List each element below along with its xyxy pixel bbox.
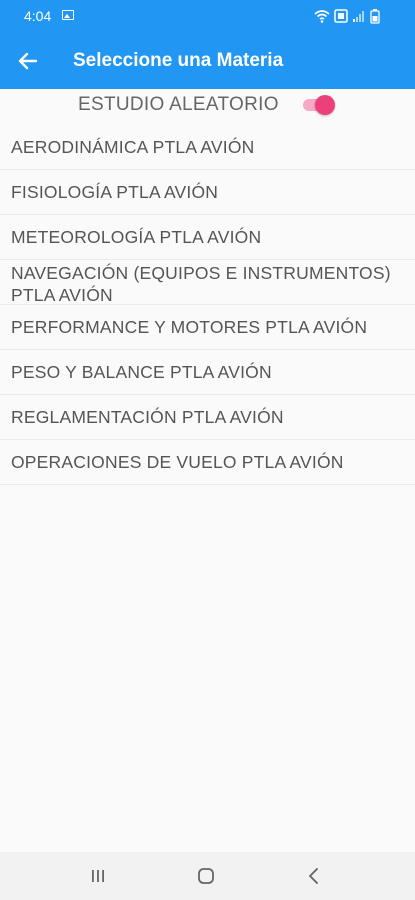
- status-icons: [313, 8, 393, 24]
- random-study-toggle[interactable]: [303, 95, 337, 115]
- subject-list: AERODINÁMICA PTLA AVIÓN FISIOLOGÍA PTLA …: [0, 125, 415, 485]
- arrow-left-icon[interactable]: [16, 49, 40, 73]
- subject-label: METEOROLOGÍA PTLA AVIÓN: [11, 227, 262, 247]
- subject-label: AERODINÁMICA PTLA AVIÓN: [11, 137, 255, 157]
- app-bar: Seleccione una Materia: [0, 33, 415, 89]
- system-nav-bar: [0, 852, 415, 900]
- recents-icon[interactable]: [86, 864, 110, 888]
- subject-item-peso-balance[interactable]: PESO Y BALANCE PTLA AVIÓN: [0, 350, 415, 395]
- subject-label: REGLAMENTACIÓN PTLA AVIÓN: [11, 407, 284, 427]
- subject-item-reglamentacion[interactable]: REGLAMENTACIÓN PTLA AVIÓN: [0, 395, 415, 440]
- subject-item-fisiologia[interactable]: FISIOLOGÍA PTLA AVIÓN: [0, 170, 415, 215]
- subject-label: PESO Y BALANCE PTLA AVIÓN: [11, 362, 272, 382]
- subject-item-operaciones[interactable]: OPERACIONES DE VUELO PTLA AVIÓN: [0, 440, 415, 485]
- subject-label: PERFORMANCE Y MOTORES PTLA AVIÓN: [11, 317, 368, 337]
- subject-item-performance[interactable]: PERFORMANCE Y MOTORES PTLA AVIÓN: [0, 305, 415, 350]
- subject-item-navegacion[interactable]: NAVEGACIÓN (EQUIPOS E INSTRUMENTOS) PTLA…: [0, 260, 415, 305]
- status-time: 4:04: [24, 8, 52, 24]
- back-icon[interactable]: [302, 864, 326, 888]
- battery-icon: [370, 9, 380, 24]
- toggle-thumb: [315, 95, 335, 115]
- status-bar: 4:04: [0, 0, 415, 33]
- random-study-label: ESTUDIO ALEATORIO: [78, 94, 279, 115]
- subject-item-meteorologia[interactable]: METEOROLOGÍA PTLA AVIÓN: [0, 215, 415, 260]
- subject-label: OPERACIONES DE VUELO PTLA AVIÓN: [11, 452, 344, 472]
- wifi-icon: [314, 10, 330, 23]
- page-title: Seleccione una Materia: [73, 50, 284, 71]
- home-icon[interactable]: [194, 864, 218, 888]
- signal-icon: [353, 11, 364, 22]
- image-icon: [62, 10, 74, 20]
- subject-label: NAVEGACIÓN (EQUIPOS E INSTRUMENTOS) PTLA…: [11, 263, 391, 305]
- data-saver-icon: [334, 9, 348, 23]
- random-study-row: ESTUDIO ALEATORIO: [0, 89, 415, 121]
- subject-label: FISIOLOGÍA PTLA AVIÓN: [11, 182, 219, 202]
- subject-item-aerodinamica[interactable]: AERODINÁMICA PTLA AVIÓN: [0, 125, 415, 170]
